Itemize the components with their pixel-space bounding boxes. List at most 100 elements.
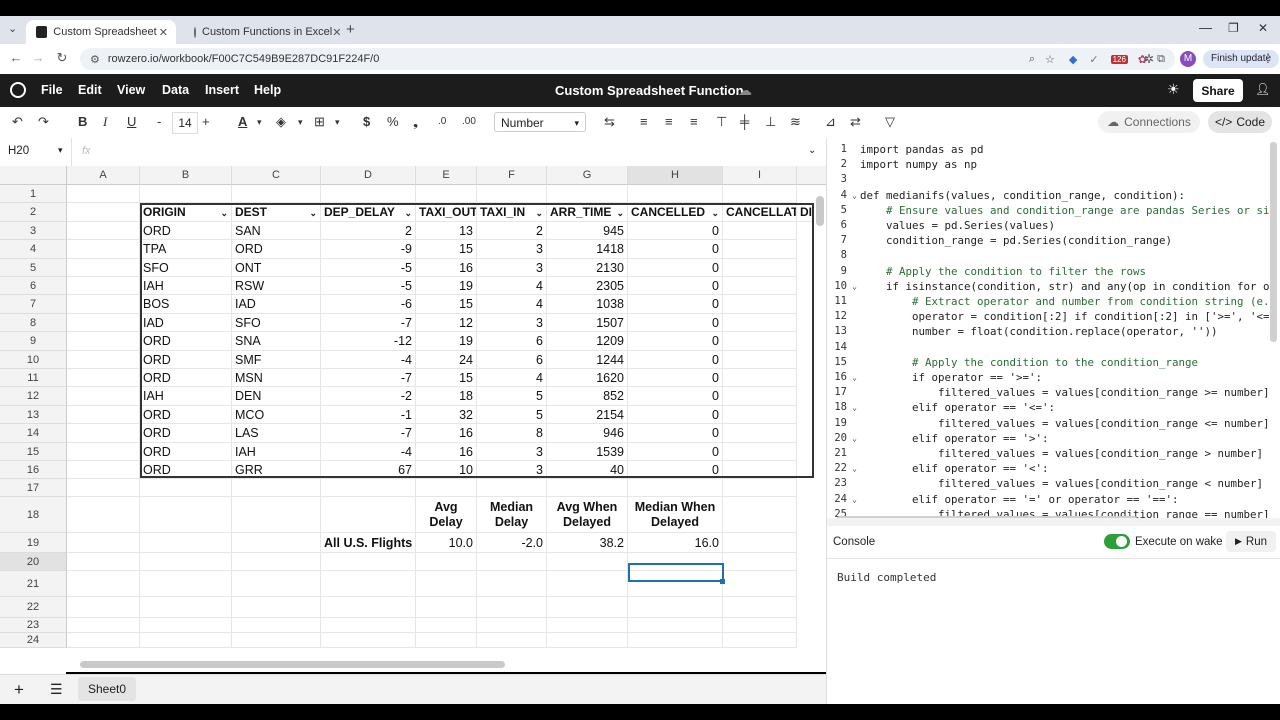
summary-header-cell[interactable]: Avg Delay	[416, 497, 477, 533]
row-header-21[interactable]: 21	[0, 571, 67, 597]
table-cell[interactable]: 2	[477, 222, 547, 240]
extensions-puzzle-icon[interactable]: ⧉	[1157, 53, 1165, 66]
table-header-cell[interactable]: DEP_DELAY ⌄	[321, 203, 416, 222]
grid-cell[interactable]	[232, 618, 321, 633]
grid-cell[interactable]	[67, 259, 140, 277]
table-cell[interactable]: GRR	[232, 461, 321, 479]
code-line[interactable]: # Apply the condition to filter the rows	[860, 265, 1146, 278]
extension-badge[interactable]: 126	[1110, 54, 1128, 64]
grid-cell[interactable]	[67, 295, 140, 314]
grid-cell[interactable]	[416, 633, 477, 648]
browser-tab[interactable]: Custom Functions in Excel ✕	[184, 20, 341, 44]
filter-dropdown-icon[interactable]: ⌄	[535, 204, 543, 221]
grid-cell[interactable]	[321, 553, 416, 571]
grid-cell[interactable]	[723, 618, 797, 633]
filter-dropdown-icon[interactable]: ⌄	[404, 204, 412, 221]
table-cell[interactable]: MCO	[232, 406, 321, 424]
table-cell[interactable]: RSW	[232, 277, 321, 295]
formula-input[interactable]	[100, 142, 800, 162]
table-cell[interactable]: BOS	[140, 295, 232, 314]
grid-cell[interactable]	[723, 277, 797, 295]
bold-icon[interactable]: B	[78, 114, 87, 129]
grid-cell[interactable]	[723, 222, 797, 240]
grid-cell[interactable]	[67, 424, 140, 443]
redo-icon[interactable]: ↷	[38, 114, 49, 130]
table-cell[interactable]: 15	[416, 369, 477, 387]
table-cell[interactable]: 1418	[547, 240, 628, 259]
grid-cell[interactable]	[140, 497, 232, 533]
code-button[interactable]: </> Code	[1208, 111, 1272, 133]
select-all-corner[interactable]	[0, 166, 67, 185]
code-line[interactable]: import pandas as pd	[860, 143, 984, 156]
close-tab-icon[interactable]: ✕	[159, 26, 168, 39]
table-cell[interactable]: 32	[416, 406, 477, 424]
table-cell[interactable]: SFO	[232, 314, 321, 332]
minimize-icon[interactable]: —	[1199, 20, 1212, 35]
row-header-24[interactable]: 24	[0, 633, 67, 648]
table-cell[interactable]: ORD	[140, 461, 232, 479]
grid-cell[interactable]	[321, 497, 416, 533]
table-cell[interactable]: 0	[628, 369, 723, 387]
text-color-icon[interactable]: A	[238, 114, 247, 129]
summary-value-cell[interactable]: 10.0	[416, 533, 477, 553]
align-top-icon[interactable]: ⊤	[716, 114, 727, 130]
table-cell[interactable]: 3	[477, 240, 547, 259]
reload-icon[interactable]: ↻	[54, 50, 70, 66]
browser-menu-icon[interactable]: ⋮	[1262, 51, 1274, 65]
table-cell[interactable]: 16	[416, 259, 477, 277]
table-cell[interactable]: ONT	[232, 259, 321, 277]
grid-cell[interactable]	[67, 597, 140, 618]
document-title[interactable]: Custom Spreadsheet Function	[555, 83, 744, 98]
grid-cell[interactable]	[232, 597, 321, 618]
grid-cell[interactable]	[628, 185, 723, 203]
table-cell[interactable]: 946	[547, 424, 628, 443]
table-cell[interactable]: -12	[321, 332, 416, 351]
grid-cell[interactable]	[723, 259, 797, 277]
row-header-5[interactable]: 5	[0, 259, 67, 277]
table-cell[interactable]: IAH	[232, 443, 321, 461]
code-line[interactable]: filtered_values = values[condition_range…	[860, 417, 1270, 430]
code-line[interactable]: elif operator == '>':	[860, 432, 1049, 445]
filter-dropdown-icon[interactable]: ⌄	[220, 204, 228, 221]
table-cell[interactable]: 8	[477, 424, 547, 443]
row-header-19[interactable]: 19	[0, 533, 67, 553]
grid-cell[interactable]	[67, 571, 140, 597]
menu-edit[interactable]: Edit	[78, 83, 102, 97]
table-cell[interactable]: 0	[628, 387, 723, 406]
number-format-select[interactable]: Number ▾	[494, 112, 586, 132]
grid-cell[interactable]	[321, 185, 416, 203]
grid-cell[interactable]	[723, 332, 797, 351]
new-tab-icon[interactable]: +	[346, 21, 355, 38]
table-cell[interactable]: ORD	[140, 222, 232, 240]
decrease-font-icon[interactable]: -	[157, 114, 161, 129]
table-cell[interactable]: SNA	[232, 332, 321, 351]
grid-cell[interactable]	[723, 240, 797, 259]
grid-cell[interactable]	[321, 618, 416, 633]
summary-value-cell[interactable]: 16.0	[628, 533, 723, 553]
grid-cell[interactable]	[140, 618, 232, 633]
comma-format-icon[interactable]: ❟	[413, 114, 418, 130]
table-cell[interactable]: ORD	[140, 369, 232, 387]
table-cell[interactable]: DEN	[232, 387, 321, 406]
table-header-cell[interactable]: ORIGIN ⌄	[140, 203, 232, 222]
maximize-icon[interactable]: ❐	[1228, 21, 1239, 35]
table-cell[interactable]: 18	[416, 387, 477, 406]
align-center-icon[interactable]: ≡	[665, 114, 673, 129]
table-cell[interactable]: 6	[477, 351, 547, 369]
rowzero-logo-icon[interactable]	[10, 82, 26, 98]
table-cell[interactable]: IAH	[140, 277, 232, 295]
row-header-8[interactable]: 8	[0, 314, 67, 332]
table-cell[interactable]: 15	[416, 240, 477, 259]
column-header-b[interactable]: B	[140, 166, 232, 185]
decrease-decimal-icon[interactable]: .0	[438, 116, 446, 127]
url-field[interactable]: ⚙ rowzero.io/workbook/F00C7C549B9E287DC9…	[80, 48, 1175, 70]
table-cell[interactable]: 16	[416, 424, 477, 443]
text-rotate-icon[interactable]: ≋	[790, 114, 801, 130]
chevron-down-icon[interactable]: ▾	[298, 117, 303, 128]
table-cell[interactable]: IAD	[140, 314, 232, 332]
grid-cell[interactable]	[416, 185, 477, 203]
table-cell[interactable]: 4	[477, 277, 547, 295]
row-header-17[interactable]: 17	[0, 479, 67, 497]
fold-icon[interactable]: ⌄	[849, 373, 857, 382]
table-cell[interactable]: 0	[628, 259, 723, 277]
